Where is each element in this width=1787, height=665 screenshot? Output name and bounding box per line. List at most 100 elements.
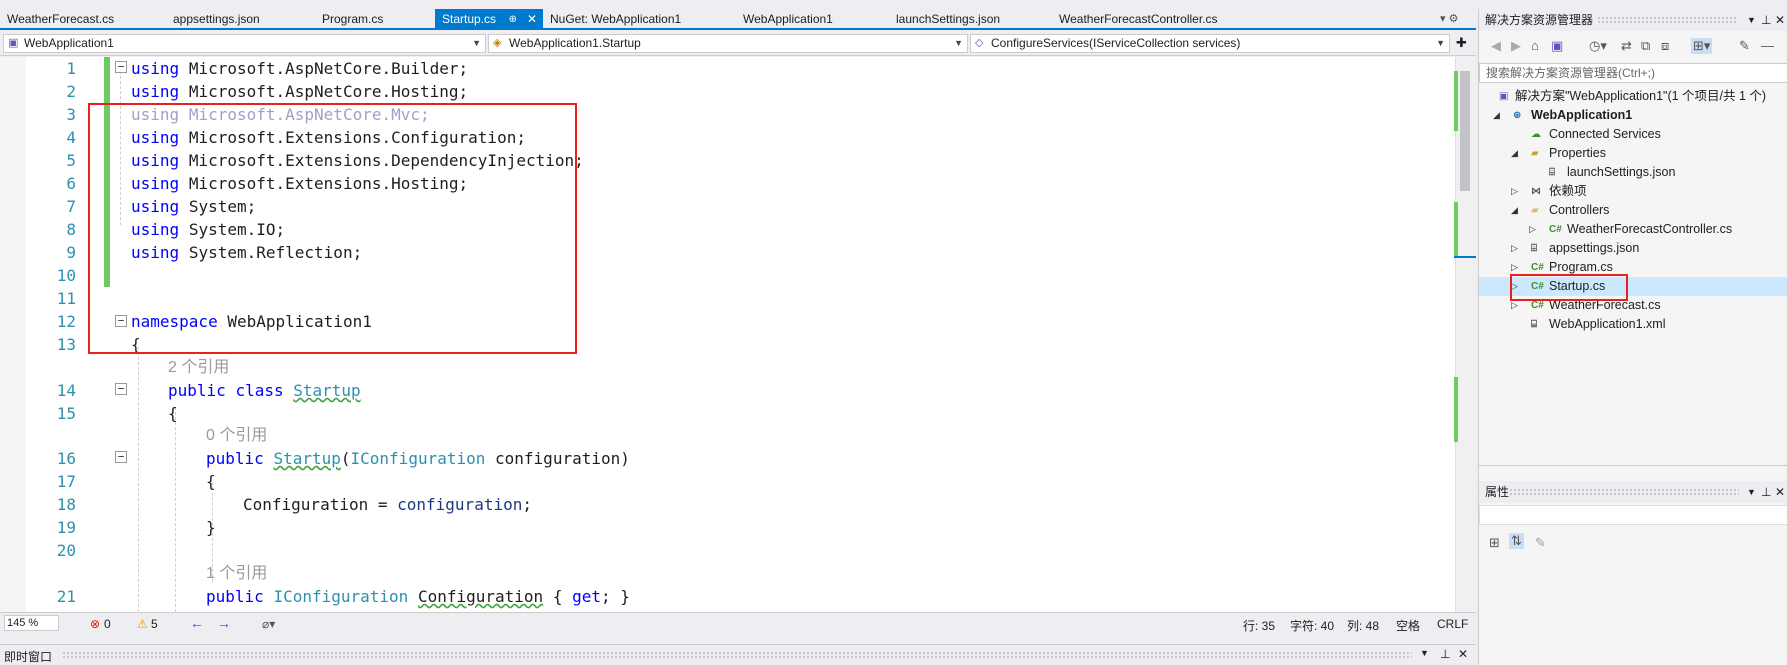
tree-item-weatherforecastcontroller[interactable]: ▷ C# WeatherForecastController.cs [1479,220,1787,239]
editor-status-bar: 145 % ⊗ 0 ⚠ 5 ← → ⌀▾ 行: 35 字符: 40 列: 48 … [0,612,1476,634]
tab-weatherforecast-cs[interactable]: WeatherForecast.cs [0,9,166,30]
collapsed-arrow-icon[interactable]: ▷ [1529,220,1536,239]
properties-header[interactable]: 属性 ▼ ⊥ ✕ [1479,481,1787,503]
solution-explorer-header[interactable]: 解决方案资源管理器 ▼ ⊥ ✕ [1479,9,1787,31]
tab-weatherforecastcontroller-cs[interactable]: WeatherForecastController.cs [1052,9,1282,30]
tab-label: Program.cs [322,12,384,26]
codelens-references[interactable]: 2 个引用 [168,356,229,379]
home-icon[interactable]: ⌂ [1531,38,1539,53]
codelens-references[interactable]: 1 个引用 [206,562,267,585]
collapse-all-icon[interactable]: ⧉ [1641,38,1650,54]
chevron-down-icon[interactable]: ▼ [1747,481,1756,503]
tab-label: WebApplication1 [743,12,833,26]
preview-selected-icon[interactable]: ⊞▾ [1691,38,1713,54]
tab-launchsettings-json[interactable]: launchSettings.json [889,9,1052,30]
properties-wrench-icon[interactable]: ✎ [1739,38,1750,54]
tree-item-appsettings[interactable]: ▷ ⌹ appsettings.json [1479,239,1787,258]
close-icon[interactable]: ✕ [527,9,537,30]
close-icon[interactable]: ✕ [1775,481,1785,503]
tab-program-cs[interactable]: Program.cs [315,9,435,30]
codelens-references[interactable]: 0 个引用 [206,424,267,447]
expanded-arrow-icon[interactable]: ◢ [1511,201,1518,220]
expanded-arrow-icon[interactable]: ◢ [1511,144,1518,163]
tree-item-label: WeatherForecastController.cs [1567,222,1733,236]
collapsed-arrow-icon[interactable]: ▷ [1511,182,1518,201]
type-dropdown[interactable]: ◈ WebApplication1.Startup ▼ [488,34,968,53]
close-icon[interactable]: ✕ [1458,647,1468,661]
scrollbar-thumb[interactable] [1460,71,1470,191]
codelens-line: 2 个引用 [0,356,1440,379]
tree-item-solution[interactable]: ▣ 解决方案"WebApplication1"(1 个项目/共 1 个) [1479,87,1787,106]
property-pages-icon[interactable]: ✎ [1535,535,1546,551]
drag-grip[interactable] [1509,488,1739,496]
pin-icon[interactable]: ⊥ [1761,9,1771,31]
tree-item-project[interactable]: ◢ ⊕ WebApplication1 [1479,106,1787,125]
split-window-icon[interactable]: ✚ [1456,35,1467,51]
code-line: 16 public Startup(IConfiguration configur… [0,447,1440,470]
chevron-down-icon[interactable]: ▼ [1747,9,1756,31]
tab-appsettings-json[interactable]: appsettings.json [166,9,301,30]
tree-item-properties[interactable]: ◢ ▰ Properties [1479,144,1787,163]
line-number: 5 [66,151,76,170]
type-name: IConfiguration [273,587,409,606]
warning-icon[interactable]: ⚠ [137,617,148,631]
tab-webapplication1[interactable]: WebApplication1 [736,9,891,30]
tab-startup-cs[interactable]: Startup.cs ⊕ ✕ [435,9,543,30]
show-all-files-icon[interactable]: ⧈ [1661,38,1669,54]
json-file-icon: ⌹ [1549,167,1555,178]
zoom-dropdown[interactable]: 145 % [4,615,59,631]
panel-splitter[interactable] [1479,465,1787,466]
keyword: public [206,449,264,468]
tree-item-launchsettings[interactable]: ⌹ launchSettings.json [1479,163,1787,182]
vertical-scrollbar[interactable] [1454,57,1476,612]
navigate-forward-icon[interactable]: → [217,615,231,631]
warning-count: 5 [151,617,158,631]
tree-item-webapplication1-xml[interactable]: ⌸ WebApplication1.xml [1479,315,1787,334]
whitespace-mode[interactable]: 空格 [1396,617,1420,634]
solution-search-input[interactable]: 搜索解决方案资源管理器(Ctrl+;) [1479,63,1787,83]
code-line: 21 public IConfiguration Configuration { … [0,585,1440,608]
member-dropdown[interactable]: ◇ ConfigureServices(IServiceCollection s… [970,34,1450,53]
pending-changes-filter-icon[interactable]: ◷▾ [1589,38,1607,54]
folder-icon: ▰ [1531,148,1539,159]
immediate-window-header[interactable]: 即时窗口 ▼ ⊥ ✕ [0,644,1476,665]
collapsed-arrow-icon[interactable]: ▷ [1511,239,1518,258]
tab-nuget-webapplication1[interactable]: NuGet: WebApplication1 [543,9,735,30]
pin-icon[interactable]: ⊥ [1761,481,1771,503]
properties-object-selector[interactable] [1479,505,1787,525]
pin-icon[interactable]: ⊕ [509,9,517,30]
line-ending-mode[interactable]: CRLF [1437,617,1468,631]
tree-item-label: Controllers [1549,203,1610,217]
pin-icon[interactable]: ⊥ [1440,647,1450,661]
tree-item-dependencies[interactable]: ▷ ⋈ 依赖项 [1479,182,1787,201]
brush-icon[interactable]: ⌀▾ [262,617,275,631]
forward-icon[interactable]: ▶ [1511,38,1521,54]
change-marker [1454,71,1458,131]
code-line: 2 using Microsoft.AspNetCore.Hosting; [0,80,1440,103]
minus-icon[interactable]: — [1761,38,1774,53]
tree-item-controllers[interactable]: ◢ ▰ Controllers [1479,201,1787,220]
tree-item-connected-services[interactable]: ☁ Connected Services [1479,125,1787,144]
project-dropdown[interactable]: ▣ WebApplication1 ▼ [3,34,486,53]
sync-icon[interactable]: ⇄ [1621,38,1632,54]
highlight-box-startup-cs [1510,274,1628,301]
keyword: using [131,82,180,101]
navigate-back-icon[interactable]: ← [190,615,204,631]
code-line: 1 using Microsoft.AspNetCore.Builder; [0,57,1440,80]
chevron-down-icon[interactable]: ▼ [1420,648,1429,658]
drag-grip[interactable] [1597,16,1737,24]
parameter-ref: configuration [397,495,523,514]
drag-grip[interactable] [62,651,1412,659]
categorized-icon[interactable]: ⊞ [1489,535,1500,551]
line-number: 6 [66,174,76,193]
change-marker [1454,377,1458,442]
brace: } [206,518,216,537]
switch-views-icon[interactable]: ▣ [1551,38,1563,54]
error-icon[interactable]: ⊗ [90,617,100,631]
expanded-arrow-icon[interactable]: ◢ [1493,106,1500,125]
close-icon[interactable]: ✕ [1775,9,1785,31]
code-editor[interactable]: − − − − 1 using Microsoft.AspNetCore.Buil… [0,57,1458,612]
back-icon[interactable]: ◀ [1491,38,1501,54]
tab-overflow-menu[interactable]: ▾ ⚙ [1440,12,1458,25]
alphabetical-icon[interactable]: ⇅ [1509,533,1524,549]
